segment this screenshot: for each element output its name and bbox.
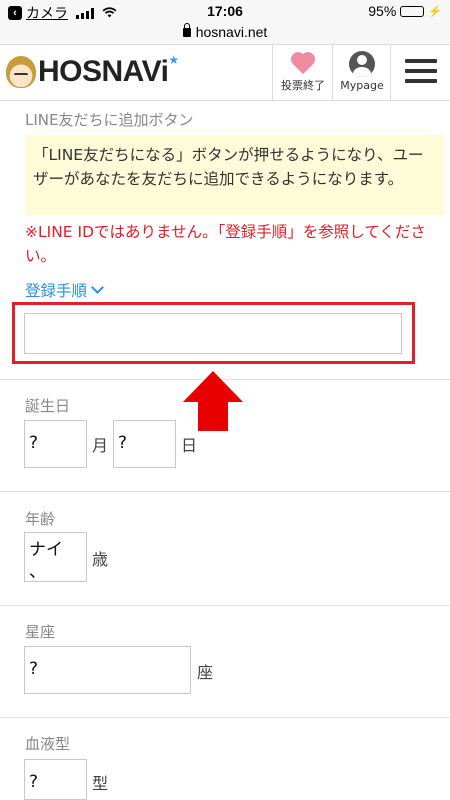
divider — [0, 491, 450, 492]
mypage-button[interactable]: Mypage — [332, 45, 391, 100]
logo-text: HOSNAVi — [38, 55, 169, 88]
zodiac-field[interactable]: ? — [24, 646, 191, 694]
url-bar[interactable]: hosnavi.net — [0, 23, 450, 45]
age-suffix: 歳 — [92, 550, 109, 569]
birthday-month-field[interactable]: ? — [24, 420, 87, 468]
battery-icon — [400, 5, 425, 17]
line-warning: ※LINE IDではありません。「登録手順」を参照してください。 — [25, 223, 426, 265]
site-logo[interactable]: HOSNAVi ★ — [6, 53, 180, 89]
user-icon — [349, 51, 375, 77]
line-url-input[interactable] — [24, 313, 402, 354]
divider — [0, 605, 450, 606]
hamburger-menu-icon — [405, 59, 437, 83]
status-bar: ‹ カメラ 17:06 95% ⚡ — [0, 0, 450, 24]
zodiac-suffix: 座 — [197, 663, 214, 682]
line-notice: 「LINE友だちになる」ボタンが押せるようになり、ユーザーがあなたを友だちに追加… — [25, 135, 444, 215]
status-right: 95% ⚡ — [368, 3, 442, 19]
blood-type-suffix: 型 — [92, 774, 109, 793]
chevron-down-icon — [91, 281, 104, 294]
mypage-label: Mypage — [340, 79, 384, 92]
age-value-line2: 、 — [29, 562, 46, 582]
birthday-label: 誕生日 — [25, 397, 71, 415]
url-text: hosnavi.net — [195, 24, 268, 40]
age-field[interactable]: ナイ、 — [24, 532, 87, 582]
charging-icon: ⚡ — [428, 5, 442, 18]
site-header: HOSNAVi ★ 投票終了 Mypage — [0, 45, 450, 101]
menu-button[interactable] — [390, 45, 450, 100]
blood-type-field[interactable]: ? — [24, 759, 87, 800]
age-value-line1: ナイ — [29, 540, 63, 560]
line-button-label: LINE友だちに追加ボタン — [25, 111, 194, 129]
zodiac-label: 星座 — [25, 623, 56, 641]
registration-steps-label: 登録手順 — [25, 282, 88, 300]
battery-percent: 95% — [368, 3, 397, 19]
birthday-day-field[interactable]: ? — [113, 420, 176, 468]
month-suffix: 月 — [92, 436, 109, 455]
lock-icon — [182, 23, 191, 37]
vote-label: 投票終了 — [281, 79, 325, 92]
blood-type-label: 血液型 — [25, 735, 71, 753]
divider — [0, 717, 450, 718]
red-arrow-up-icon — [183, 371, 243, 431]
registration-steps-link[interactable]: 登録手順 — [25, 279, 104, 301]
day-suffix: 日 — [181, 436, 198, 455]
age-label: 年齢 — [25, 510, 56, 528]
heart-icon — [290, 53, 316, 75]
mascot-face-icon — [6, 56, 36, 88]
star-icon: ★ — [168, 53, 180, 67]
vote-button[interactable]: 投票終了 — [272, 45, 333, 100]
